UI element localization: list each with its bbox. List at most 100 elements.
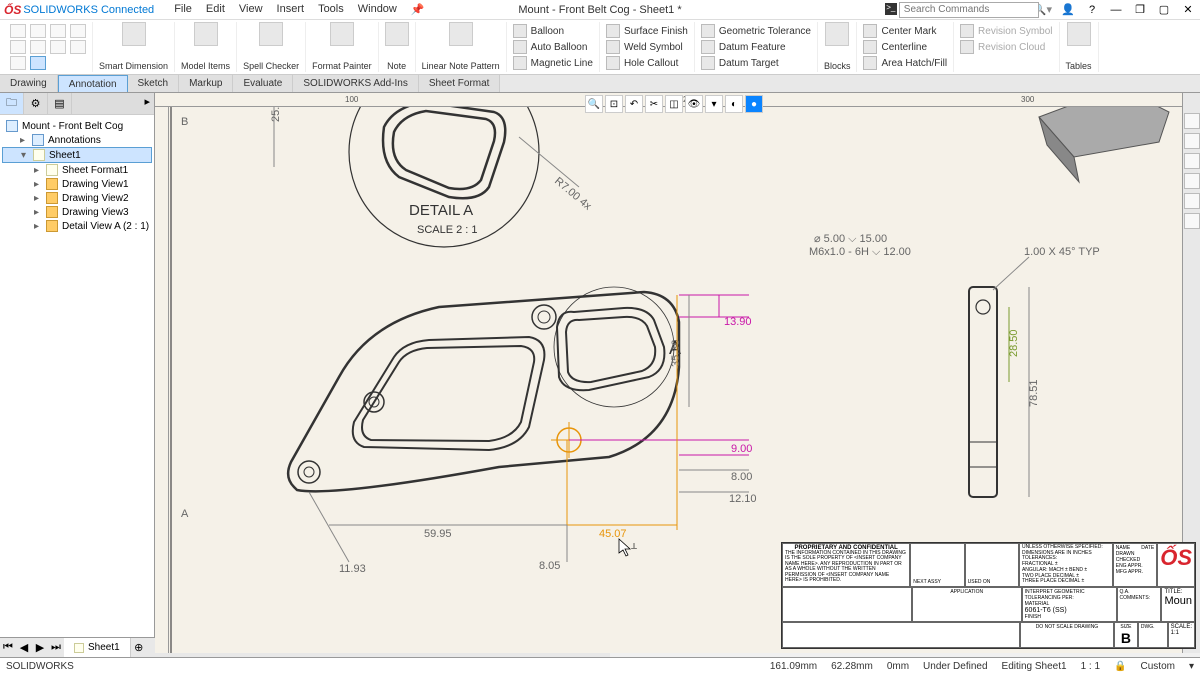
tree-view2[interactable]: ▸Drawing View2	[2, 191, 152, 205]
heads-up-view-toolbar: 🔍 ⊡ ↶ ✂ ◫ 👁 ▾ ◐ ●	[585, 95, 763, 113]
close-icon[interactable]: ✕	[1180, 3, 1196, 17]
config-tab-icon[interactable]: ▤	[48, 93, 72, 114]
sheet-first-icon[interactable]: ⏮	[0, 638, 16, 657]
tab-sketch[interactable]: Sketch	[128, 75, 180, 92]
tab-evaluate[interactable]: Evaluate	[233, 75, 293, 92]
qa-undo[interactable]	[10, 40, 26, 54]
drawing-canvas[interactable]: 100 200 300 🔍 ⊡ ↶ ✂ ◫ 👁 ▾ ◐ ●	[155, 93, 1200, 653]
status-state: Under Defined	[923, 661, 987, 672]
title-bar: ỐS SOLIDWORKS Connected File Edit View I…	[0, 0, 1200, 20]
menu-window[interactable]: Window	[358, 3, 397, 16]
weld-symbol-button[interactable]: Weld Symbol	[606, 40, 688, 54]
edit-sheet-icon[interactable]: ▾	[705, 95, 723, 113]
restore-icon[interactable]: ❐	[1132, 3, 1148, 17]
section-view-icon[interactable]: ✂	[645, 95, 663, 113]
svg-text:R7.00 4x: R7.00 4x	[552, 175, 594, 213]
panel-expand-icon[interactable]: ▸	[140, 93, 154, 114]
user-icon[interactable]: 👤	[1060, 3, 1076, 17]
geometric-tolerance-button[interactable]: Geometric Tolerance	[701, 24, 811, 38]
qa-new[interactable]	[10, 24, 26, 38]
tab-addins[interactable]: SOLIDWORKS Add-Ins	[293, 75, 418, 92]
tables-button[interactable]: Tables	[1060, 22, 1099, 72]
magnetic-line-button[interactable]: Magnetic Line	[513, 56, 593, 70]
spell-checker-button[interactable]: Spell Checker	[237, 22, 306, 72]
qa-more[interactable]	[70, 40, 86, 54]
tree-sheet1[interactable]: ▾Sheet1	[2, 147, 152, 163]
tab-drawing[interactable]: Drawing	[0, 75, 58, 92]
qa-select[interactable]	[10, 56, 26, 70]
area-hatch-button[interactable]: Area Hatch/Fill	[863, 56, 947, 70]
appearance-icon[interactable]: ◐	[725, 95, 743, 113]
centerline-button[interactable]: Centerline	[863, 40, 947, 54]
menu-pin-icon[interactable]: 📌	[411, 3, 425, 16]
sheet-last-icon[interactable]: ⏭	[48, 638, 64, 657]
datum-target-button[interactable]: Datum Target	[701, 56, 811, 70]
svg-text:DETAIL A: DETAIL A	[409, 202, 473, 219]
svg-text:1.00 X 45° TYP: 1.00 X 45° TYP	[1024, 246, 1100, 258]
tree-detail-a[interactable]: ▸Detail View A (2 : 1)	[2, 219, 152, 233]
feature-tree-tab-icon[interactable]: 🗀	[0, 93, 24, 114]
auto-balloon-button[interactable]: Auto Balloon	[513, 40, 593, 54]
revision-symbol-button[interactable]: Revision Symbol	[960, 24, 1052, 38]
svg-text:M6x1.0 - 6H ⌵ 12.00: M6x1.0 - 6H ⌵ 12.00	[809, 246, 911, 258]
command-tab-strip: Drawing Annotation Sketch Markup Evaluat…	[0, 75, 1200, 93]
hole-callout-button[interactable]: Hole Callout	[606, 56, 688, 70]
tab-markup[interactable]: Markup	[179, 75, 233, 92]
tree-root[interactable]: Mount - Front Belt Cog	[2, 119, 152, 133]
prev-view-icon[interactable]: ↶	[625, 95, 643, 113]
balloon-button[interactable]: Balloon	[513, 24, 593, 38]
sheet-tab-1[interactable]: Sheet1	[64, 638, 131, 657]
display-style-icon[interactable]: ◫	[665, 95, 683, 113]
qa-save[interactable]	[50, 24, 66, 38]
status-custom[interactable]: Custom	[1141, 661, 1175, 672]
note-button[interactable]: Note	[379, 22, 416, 72]
ribbon: Smart Dimension Model Items Spell Checke…	[0, 20, 1200, 75]
menu-insert[interactable]: Insert	[277, 3, 305, 16]
tree-sheet-format[interactable]: ▸Sheet Format1	[2, 163, 152, 177]
search-commands-input[interactable]	[899, 2, 1039, 18]
qa-print[interactable]	[70, 24, 86, 38]
help-icon[interactable]: ?	[1084, 3, 1100, 17]
status-lock-icon[interactable]: 🔒	[1114, 661, 1126, 672]
menu-edit[interactable]: Edit	[206, 3, 225, 16]
sheet-add-icon[interactable]: ⊕	[131, 638, 147, 657]
qa-rebuild[interactable]	[30, 40, 46, 54]
svg-text:SCALE 2 : 1: SCALE 2 : 1	[417, 224, 478, 236]
maximize-icon[interactable]: ▢	[1156, 3, 1172, 17]
tree-annotations[interactable]: ▸Annotations	[2, 133, 152, 147]
revision-group: Revision Symbol Revision Cloud	[954, 22, 1059, 72]
sheet-prev-icon[interactable]: ◀	[16, 638, 32, 657]
svg-text:8.00: 8.00	[731, 471, 752, 483]
minimize-icon[interactable]: —	[1108, 3, 1124, 17]
active-view-icon[interactable]: ●	[745, 95, 763, 113]
menu-file[interactable]: File	[174, 3, 192, 16]
format-painter-button[interactable]: Format Painter	[306, 22, 379, 72]
datum-feature-button[interactable]: Datum Feature	[701, 40, 811, 54]
qa-open[interactable]	[30, 24, 46, 38]
center-mark-button[interactable]: Center Mark	[863, 24, 947, 38]
linear-note-pattern-button[interactable]: Linear Note Pattern	[416, 22, 507, 72]
sheet-next-icon[interactable]: ▶	[32, 638, 48, 657]
revision-cloud-button[interactable]: Revision Cloud	[960, 40, 1052, 54]
qa-arrow[interactable]	[30, 56, 46, 70]
tree-view3[interactable]: ▸Drawing View3	[2, 205, 152, 219]
tab-annotation[interactable]: Annotation	[58, 75, 128, 92]
property-tab-icon[interactable]: ⚙	[24, 93, 48, 114]
status-x: 161.09mm	[770, 661, 817, 672]
balloon-group: Balloon Auto Balloon Magnetic Line	[507, 22, 600, 72]
model-items-button[interactable]: Model Items	[175, 22, 237, 72]
surface-finish-button[interactable]: Surface Finish	[606, 24, 688, 38]
blocks-button[interactable]: Blocks	[818, 22, 858, 72]
tree-view1[interactable]: ▸Drawing View1	[2, 177, 152, 191]
tab-sheet-format[interactable]: Sheet Format	[419, 75, 501, 92]
svg-text:35.30: 35.30	[670, 339, 682, 367]
menu-tools[interactable]: Tools	[318, 3, 344, 16]
zoom-fit-icon[interactable]: 🔍	[585, 95, 603, 113]
smart-dimension-button[interactable]: Smart Dimension	[93, 22, 175, 72]
menu-view[interactable]: View	[239, 3, 263, 16]
hide-show-icon[interactable]: 👁	[685, 95, 703, 113]
zoom-area-icon[interactable]: ⊡	[605, 95, 623, 113]
document-title: Mount - Front Belt Cog - Sheet1 *	[518, 4, 681, 16]
status-dropdown-icon[interactable]: ▾	[1189, 661, 1194, 672]
qa-options[interactable]	[50, 40, 66, 54]
